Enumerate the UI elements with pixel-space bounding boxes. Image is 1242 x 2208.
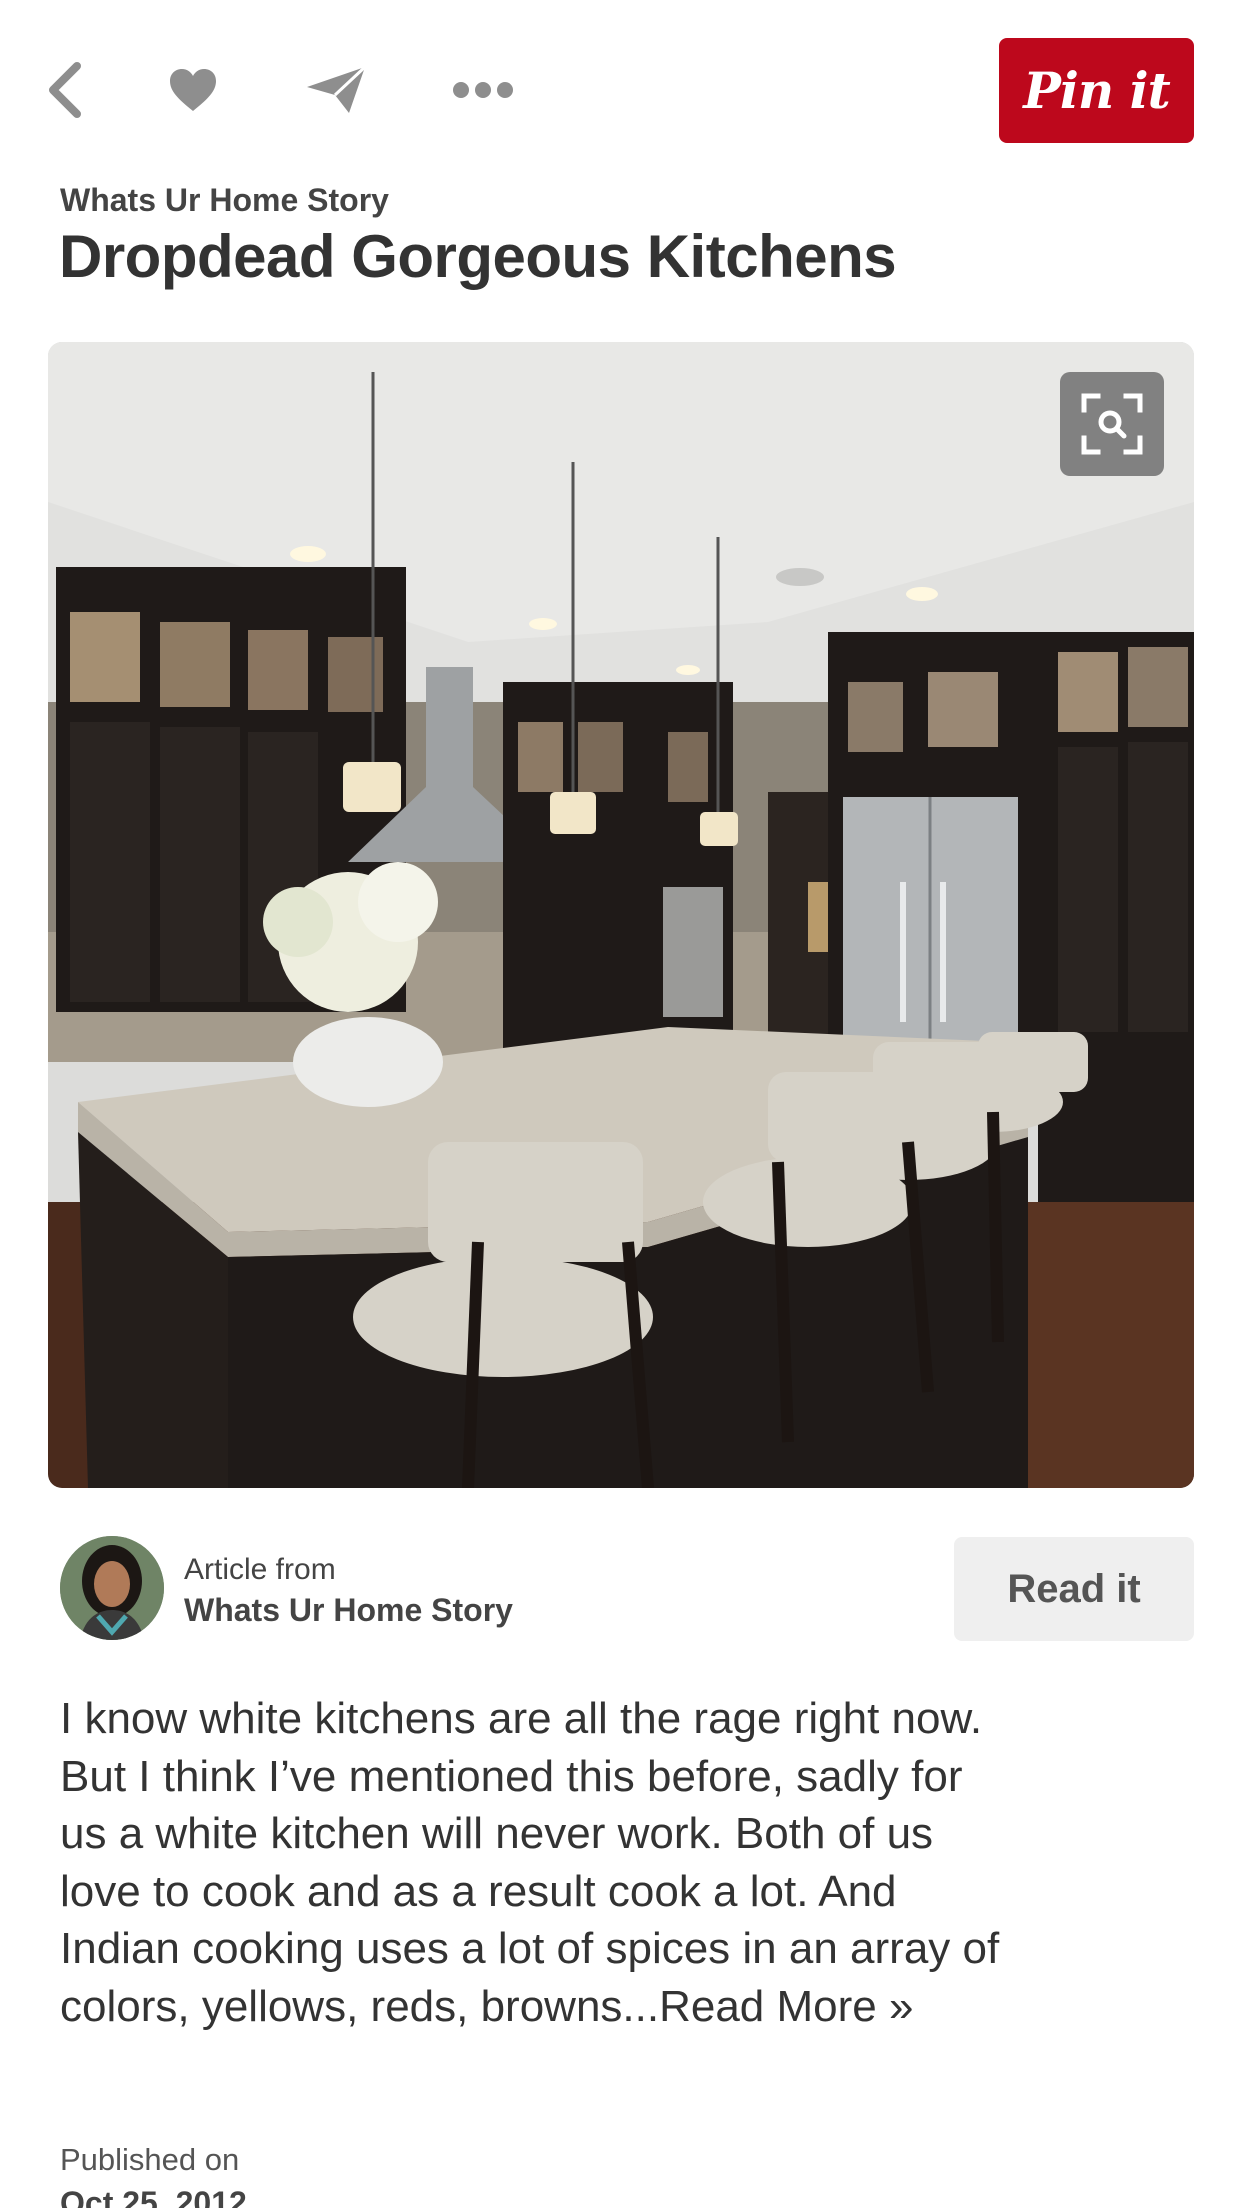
visual-search-icon[interactable] [1060,372,1164,476]
pin-source[interactable]: Whats Ur Home Story [60,182,389,219]
pin-it-button[interactable]: Pin it [999,38,1194,143]
pin-detail-page: Pin it Whats Ur Home Story Dropdead Gorg… [0,0,1242,2208]
article-from-label: Article from [184,1553,336,1586]
paper-plane-icon[interactable] [303,60,369,120]
ellipsis-icon[interactable] [448,60,518,120]
description-text: I know white kitchens are all the rage r… [60,1694,1000,2031]
heart-icon[interactable] [163,60,223,120]
read-more-link[interactable]: Read More » [659,1982,913,2031]
published-date: Oct 25, 2012 [60,2185,247,2208]
pin-image[interactable] [48,342,1194,1488]
pin-title: Dropdead Gorgeous Kitchens [59,223,897,290]
published-label: Published on [60,2142,240,2177]
top-toolbar: Pin it [0,0,1242,180]
read-it-button[interactable]: Read it [954,1537,1194,1641]
article-source-link[interactable]: Whats Ur Home Story [184,1592,513,1629]
pin-description: I know white kitchens are all the rage r… [60,1690,1020,2035]
avatar[interactable] [60,1536,164,1640]
chevron-left-icon[interactable] [40,60,90,120]
